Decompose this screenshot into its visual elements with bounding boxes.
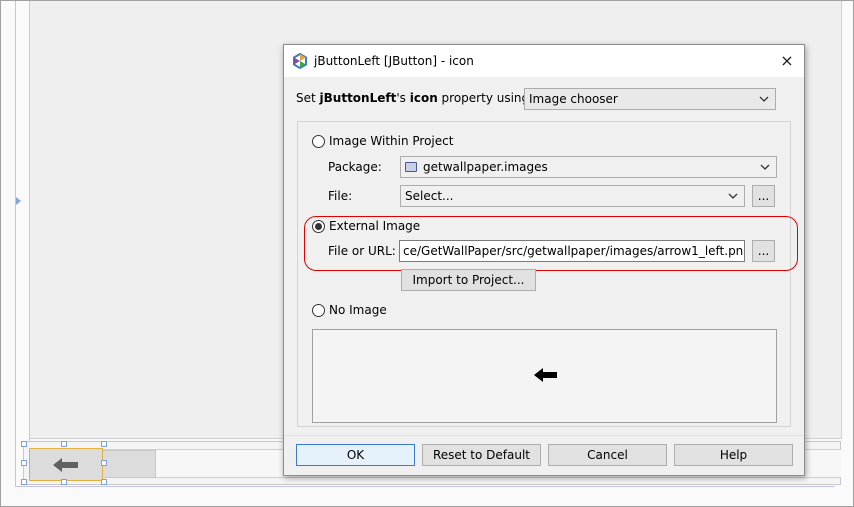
layout-guide	[15, 1, 16, 486]
close-icon[interactable]: ×	[772, 47, 802, 75]
file-label: File:	[328, 189, 353, 203]
dialog-title: jButtonLeft [JButton] - icon	[314, 54, 474, 68]
component-name: jButtonLeft	[319, 91, 397, 105]
property-using-label: Set jButtonLeft's icon property using:	[296, 91, 533, 105]
image-within-project-label[interactable]: Image Within Project	[329, 134, 453, 148]
chevron-down-icon	[758, 157, 772, 177]
reset-to-default-button[interactable]: Reset to Default	[422, 444, 541, 466]
netbeans-icon	[293, 53, 307, 69]
resize-handle[interactable]	[21, 441, 27, 447]
jbutton-right[interactable]	[101, 450, 156, 478]
resize-handle[interactable]	[61, 479, 67, 485]
anchor-marker-icon	[16, 197, 21, 205]
resize-handle[interactable]	[101, 441, 107, 447]
set-suffix: property using:	[437, 91, 534, 105]
resize-handle[interactable]	[21, 479, 27, 485]
package-value: getwallpaper.images	[423, 160, 548, 174]
icon-property-dialog: jButtonLeft [JButton] - icon × Set jButt…	[283, 44, 805, 476]
property-name: icon	[409, 91, 438, 105]
image-preview	[312, 329, 777, 423]
cancel-button[interactable]: Cancel	[548, 444, 667, 466]
file-select[interactable]: Select...	[400, 185, 745, 207]
resize-handle[interactable]	[101, 460, 107, 466]
arrow-left-icon	[534, 368, 557, 382]
chevron-down-icon	[726, 186, 740, 206]
no-image-radio[interactable]	[312, 304, 325, 317]
resize-handle[interactable]	[61, 441, 67, 447]
chevron-down-icon	[757, 89, 771, 109]
resize-handle[interactable]	[21, 460, 27, 466]
dialog-titlebar[interactable]: jButtonLeft [JButton] - icon ×	[284, 45, 804, 77]
editor-chooser-value: Image chooser	[529, 92, 618, 106]
file-or-url-input[interactable]: ce/GetWallPaper/src/getwallpaper/images/…	[399, 240, 745, 262]
arrow-left-icon	[53, 457, 78, 472]
jbutton-left-selected[interactable]	[29, 448, 103, 481]
ok-button[interactable]: OK	[296, 444, 415, 466]
editor-chooser-select[interactable]: Image chooser	[524, 88, 776, 110]
external-image-radio[interactable]	[312, 220, 325, 233]
layout-guide	[15, 486, 835, 487]
package-folder-icon	[405, 162, 417, 172]
set-middle: 's	[396, 91, 410, 105]
import-to-project-button[interactable]: Import to Project...	[401, 269, 536, 291]
package-select[interactable]: getwallpaper.images	[400, 156, 777, 178]
file-browse-button[interactable]: ...	[752, 185, 775, 207]
external-image-label[interactable]: External Image	[329, 219, 420, 233]
file-or-url-label: File or URL:	[328, 244, 396, 258]
resize-handle[interactable]	[101, 479, 107, 485]
separator	[284, 435, 804, 436]
package-label: Package:	[328, 160, 382, 174]
image-within-project-radio[interactable]	[312, 135, 325, 148]
no-image-label[interactable]: No Image	[329, 303, 387, 317]
file-value: Select...	[405, 189, 454, 203]
url-browse-button[interactable]: ...	[752, 240, 775, 262]
set-prefix: Set	[296, 91, 320, 105]
help-button[interactable]: Help	[674, 444, 793, 466]
